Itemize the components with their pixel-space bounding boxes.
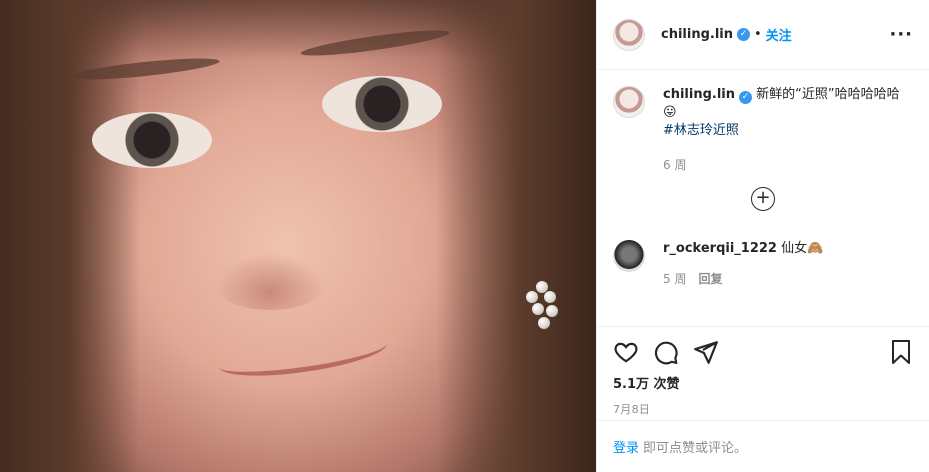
comment-icon[interactable] bbox=[653, 332, 693, 372]
comment-item: r_ockerqii_1222 仙女🙈 5 周回复 bbox=[613, 240, 823, 288]
pearl-earring bbox=[522, 275, 562, 335]
nose bbox=[210, 250, 330, 310]
header-username[interactable]: chiling.lin bbox=[661, 27, 733, 42]
follow-button[interactable]: 关注 bbox=[766, 25, 792, 44]
heart-icon[interactable] bbox=[613, 332, 653, 372]
caption: chiling.lin ✓ 新鲜的“近照”哈哈哈哈哈 😛 #林志玲近照 6 周 bbox=[613, 86, 913, 174]
verified-badge-icon: ✓ bbox=[737, 28, 750, 41]
bookmark-icon[interactable] bbox=[873, 332, 913, 372]
post-date[interactable]: 7月8日 bbox=[613, 401, 913, 417]
login-prompt: 登录 即可点赞或评论。 bbox=[597, 420, 929, 472]
action-bar: 5.1万 次赞 7月8日 bbox=[597, 326, 929, 417]
instagram-post: chiling.lin ✓ • 关注 ··· chiling.lin ✓ 新鲜的“… bbox=[0, 0, 929, 472]
right-eye bbox=[322, 76, 442, 132]
share-icon[interactable] bbox=[693, 332, 733, 372]
left-eye bbox=[92, 112, 212, 168]
reply-button[interactable]: 回复 bbox=[698, 272, 722, 286]
post-header: chiling.lin ✓ • 关注 ··· bbox=[597, 0, 929, 70]
verified-badge-icon: ✓ bbox=[739, 91, 752, 104]
load-more-comments-icon[interactable]: + bbox=[751, 187, 775, 211]
caption-age[interactable]: 6 周 bbox=[663, 158, 686, 172]
caption-username[interactable]: chiling.lin bbox=[663, 87, 735, 102]
post-photo[interactable] bbox=[0, 0, 596, 472]
comments-area: chiling.lin ✓ 新鲜的“近照”哈哈哈哈哈 😛 #林志玲近照 6 周 +… bbox=[597, 70, 929, 326]
login-link[interactable]: 登录 bbox=[613, 437, 639, 456]
comment-age[interactable]: 5 周 bbox=[663, 272, 686, 286]
comment-text: 仙女🙈 bbox=[781, 241, 824, 256]
caption-text: 新鲜的“近照”哈哈哈哈哈 bbox=[756, 87, 900, 102]
caption-avatar[interactable] bbox=[613, 86, 645, 118]
avatar[interactable] bbox=[613, 18, 645, 51]
login-prompt-text: 即可点赞或评论。 bbox=[643, 441, 748, 456]
hair-right bbox=[436, 0, 596, 472]
caption-emoji: 😛 bbox=[663, 105, 677, 120]
more-options-icon[interactable]: ··· bbox=[889, 24, 913, 45]
commenter-avatar[interactable] bbox=[613, 240, 645, 272]
smile bbox=[216, 326, 390, 384]
separator-dot: • bbox=[754, 27, 762, 42]
like-count[interactable]: 5.1万 次赞 bbox=[613, 373, 913, 392]
post-sidebar: chiling.lin ✓ • 关注 ··· chiling.lin ✓ 新鲜的“… bbox=[596, 0, 929, 472]
comment-username[interactable]: r_ockerqii_1222 bbox=[663, 241, 777, 256]
caption-hashtag[interactable]: #林志玲近照 bbox=[663, 123, 739, 138]
